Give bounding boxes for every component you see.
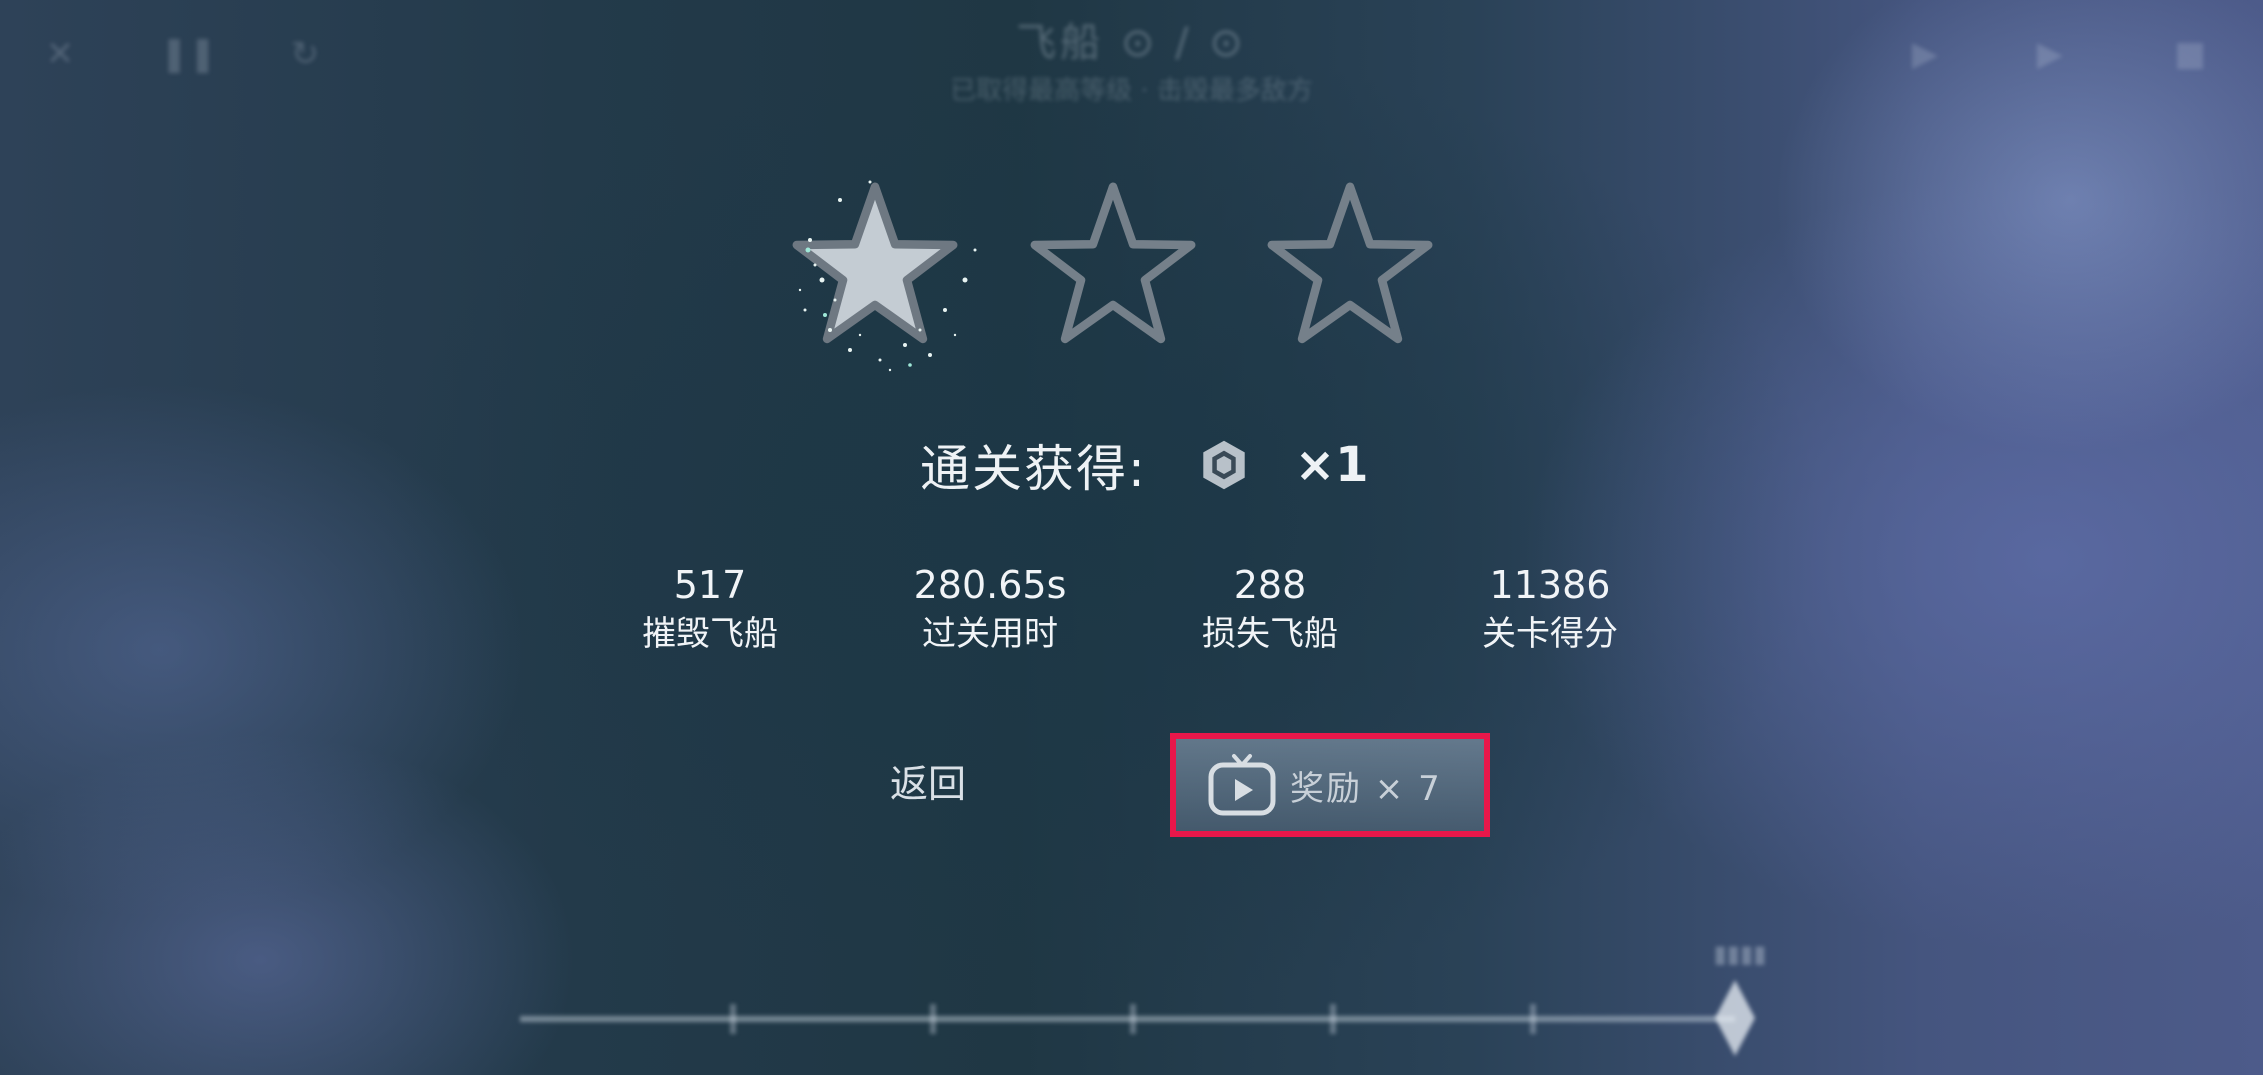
progress-marker-icon xyxy=(1715,980,1755,1056)
stat-label: 损失飞船 xyxy=(1202,614,1338,654)
tv-play-icon xyxy=(1208,754,1276,816)
progress-tick xyxy=(1130,1004,1136,1034)
sparkle-effect xyxy=(798,180,977,372)
stat-level-score: 11386 关卡得分 xyxy=(1440,560,1660,658)
progress-tick xyxy=(1530,1004,1536,1034)
stat-value: 517 xyxy=(673,563,747,607)
clear-reward: 通关获得: ×1 xyxy=(920,430,1368,500)
star-3-empty-icon xyxy=(1267,182,1433,344)
stat-destroyed-ships: 517 摧毁飞船 xyxy=(600,560,820,658)
clear-reward-label: 通关获得: xyxy=(920,440,1147,498)
progress-tick xyxy=(930,1004,936,1034)
level-progress-bar: ▮▮▮▮ xyxy=(520,940,1800,1060)
stat-value: 11386 xyxy=(1489,563,1611,607)
stat-label: 摧毁飞船 xyxy=(642,614,778,654)
camera-icon[interactable]: ■ xyxy=(2170,34,2210,74)
progress-tick xyxy=(730,1004,736,1034)
fast-forward-icon[interactable]: ▶ xyxy=(2030,34,2070,74)
hexagon-gem-icon xyxy=(1203,440,1245,490)
level-subtitle: 已取得最高等级 · 击毁最多敌方 xyxy=(950,76,1313,106)
progress-tick xyxy=(1330,1004,1336,1034)
stat-value: 288 xyxy=(1233,563,1307,607)
stat-label: 关卡得分 xyxy=(1482,614,1618,654)
progress-track xyxy=(520,1016,1735,1022)
clear-reward-count: ×1 xyxy=(1294,437,1369,493)
stat-value: 280.65s xyxy=(913,563,1067,607)
progress-label: ▮▮▮▮ xyxy=(1713,940,1767,968)
reward-button-label: 奖励 × 7 xyxy=(1290,768,1442,809)
stat-lost-ships: 288 损失飞船 xyxy=(1160,560,1380,658)
watch-ad-reward-button[interactable]: 奖励 × 7 xyxy=(1170,733,1490,837)
top-bar: ✕ ❚❚ ↻ 飞船 ⊙ / ⊙ 已取得最高等级 · 击毁最多敌方 ▶ ▶ ■ xyxy=(0,0,2263,110)
stat-clear-time: 280.65s 过关用时 xyxy=(880,560,1100,658)
stat-label: 过关用时 xyxy=(922,614,1058,654)
back-button[interactable]: 返回 xyxy=(868,752,988,816)
star-2-empty-icon xyxy=(1030,182,1196,344)
play-icon[interactable]: ▶ xyxy=(1905,34,1945,74)
